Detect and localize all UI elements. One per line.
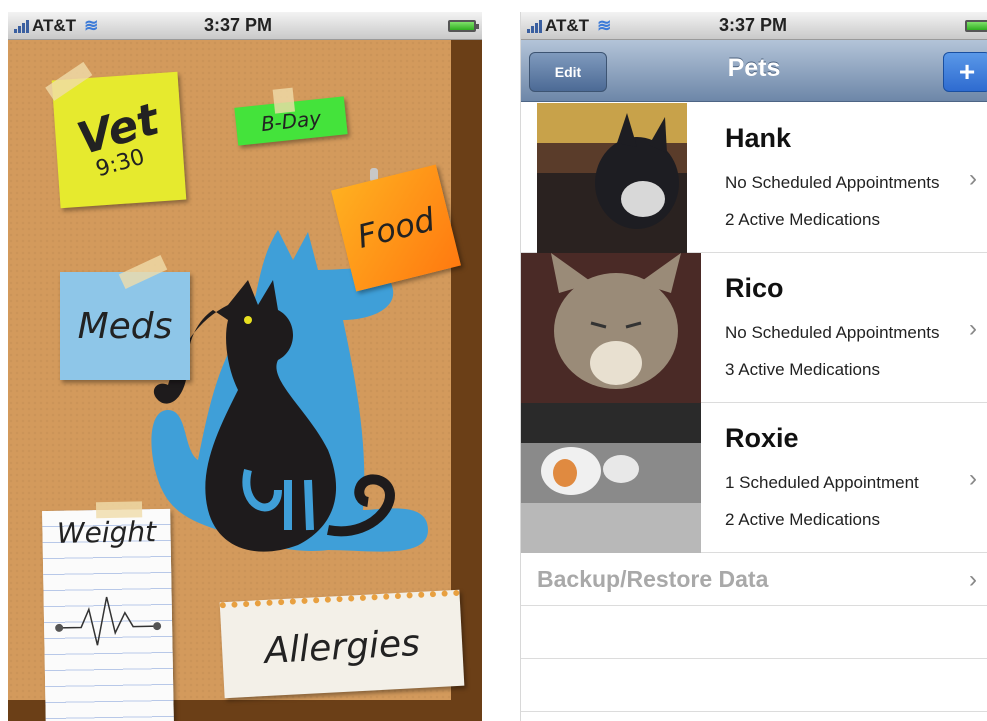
chevron-right-icon: › <box>969 315 977 342</box>
pet-appointments: No Scheduled Appointments <box>725 173 940 192</box>
pet-row-hank[interactable]: Hank No Scheduled Appointments 2 Active … <box>521 103 987 253</box>
empty-row <box>521 606 987 659</box>
weight-graph-icon <box>55 596 162 646</box>
cat-eye <box>244 316 252 324</box>
pet-appointments: No Scheduled Appointments <box>725 323 940 342</box>
pet-row-roxie[interactable]: Roxie 1 Scheduled Appointment 2 Active M… <box>521 403 987 553</box>
pet-medications: 2 Active Medications <box>725 510 880 529</box>
navigation-bar: Edit Pets + <box>521 40 987 102</box>
pet-row-rico[interactable]: Rico No Scheduled Appointments 3 Active … <box>521 253 987 403</box>
pet-name: Rico <box>725 273 784 303</box>
home-screen: AT&T ≋ 3:37 PM Vet 9:30 B-Day Food Meds … <box>8 12 482 721</box>
status-bar: AT&T ≋ 3:37 PM <box>8 12 482 40</box>
tape <box>272 87 296 114</box>
signal-icon <box>527 19 542 33</box>
backup-restore-row[interactable]: Backup/Restore Data › <box>521 553 987 606</box>
status-bar: AT&T ≋ 3:37 PM <box>521 12 987 40</box>
wifi-icon: ≋ <box>84 16 99 35</box>
pet-photo-hank <box>537 103 687 253</box>
carrier: AT&T ≋ <box>14 16 98 36</box>
add-pet-button[interactable]: + <box>943 52 987 92</box>
tape <box>95 501 143 519</box>
weight-label: Weight <box>56 515 157 550</box>
pet-name: Hank <box>725 123 792 153</box>
pet-list: Hank No Scheduled Appointments 2 Active … <box>521 103 987 712</box>
allergies-note[interactable]: Allergies <box>219 589 465 699</box>
pet-photo-roxie <box>521 403 701 553</box>
page-title: Pets <box>727 54 781 82</box>
pet-medications: 2 Active Medications <box>725 210 880 229</box>
meds-note[interactable]: Meds <box>60 255 190 380</box>
wifi-icon: ≋ <box>597 16 612 35</box>
status-time: 3:37 PM <box>719 15 788 35</box>
pet-photo-rico <box>521 253 701 403</box>
battery-icon <box>965 20 987 32</box>
allergies-label: Allergies <box>263 622 421 672</box>
weight-note[interactable]: Weight <box>42 501 174 721</box>
chevron-right-icon: › <box>969 465 977 492</box>
carrier-label: AT&T <box>545 16 590 35</box>
empty-row <box>521 659 987 712</box>
battery-icon <box>448 20 479 32</box>
pet-medications: 3 Active Medications <box>725 360 880 379</box>
backup-restore-label: Backup/Restore Data <box>537 566 769 592</box>
pet-appointments: 1 Scheduled Appointment <box>725 473 919 492</box>
carrier: AT&T ≋ <box>527 16 611 36</box>
status-time: 3:37 PM <box>204 15 273 35</box>
carrier-label: AT&T <box>32 16 77 35</box>
pet-name: Roxie <box>725 423 799 453</box>
cork-board: Vet 9:30 B-Day Food Meds Weight Allergie… <box>8 40 465 721</box>
meds-label: Meds <box>77 305 173 347</box>
bday-note[interactable]: B-Day <box>234 87 348 146</box>
tape <box>45 61 93 101</box>
vet-note[interactable]: Vet 9:30 <box>45 61 187 209</box>
food-label: Food <box>353 200 439 256</box>
pets-screen: AT&T ≋ 3:37 PM Edit Pets + Hank No Sched… <box>520 12 987 721</box>
chevron-right-icon: › <box>969 165 977 192</box>
signal-icon <box>14 19 29 33</box>
chevron-right-icon: › <box>969 566 977 593</box>
